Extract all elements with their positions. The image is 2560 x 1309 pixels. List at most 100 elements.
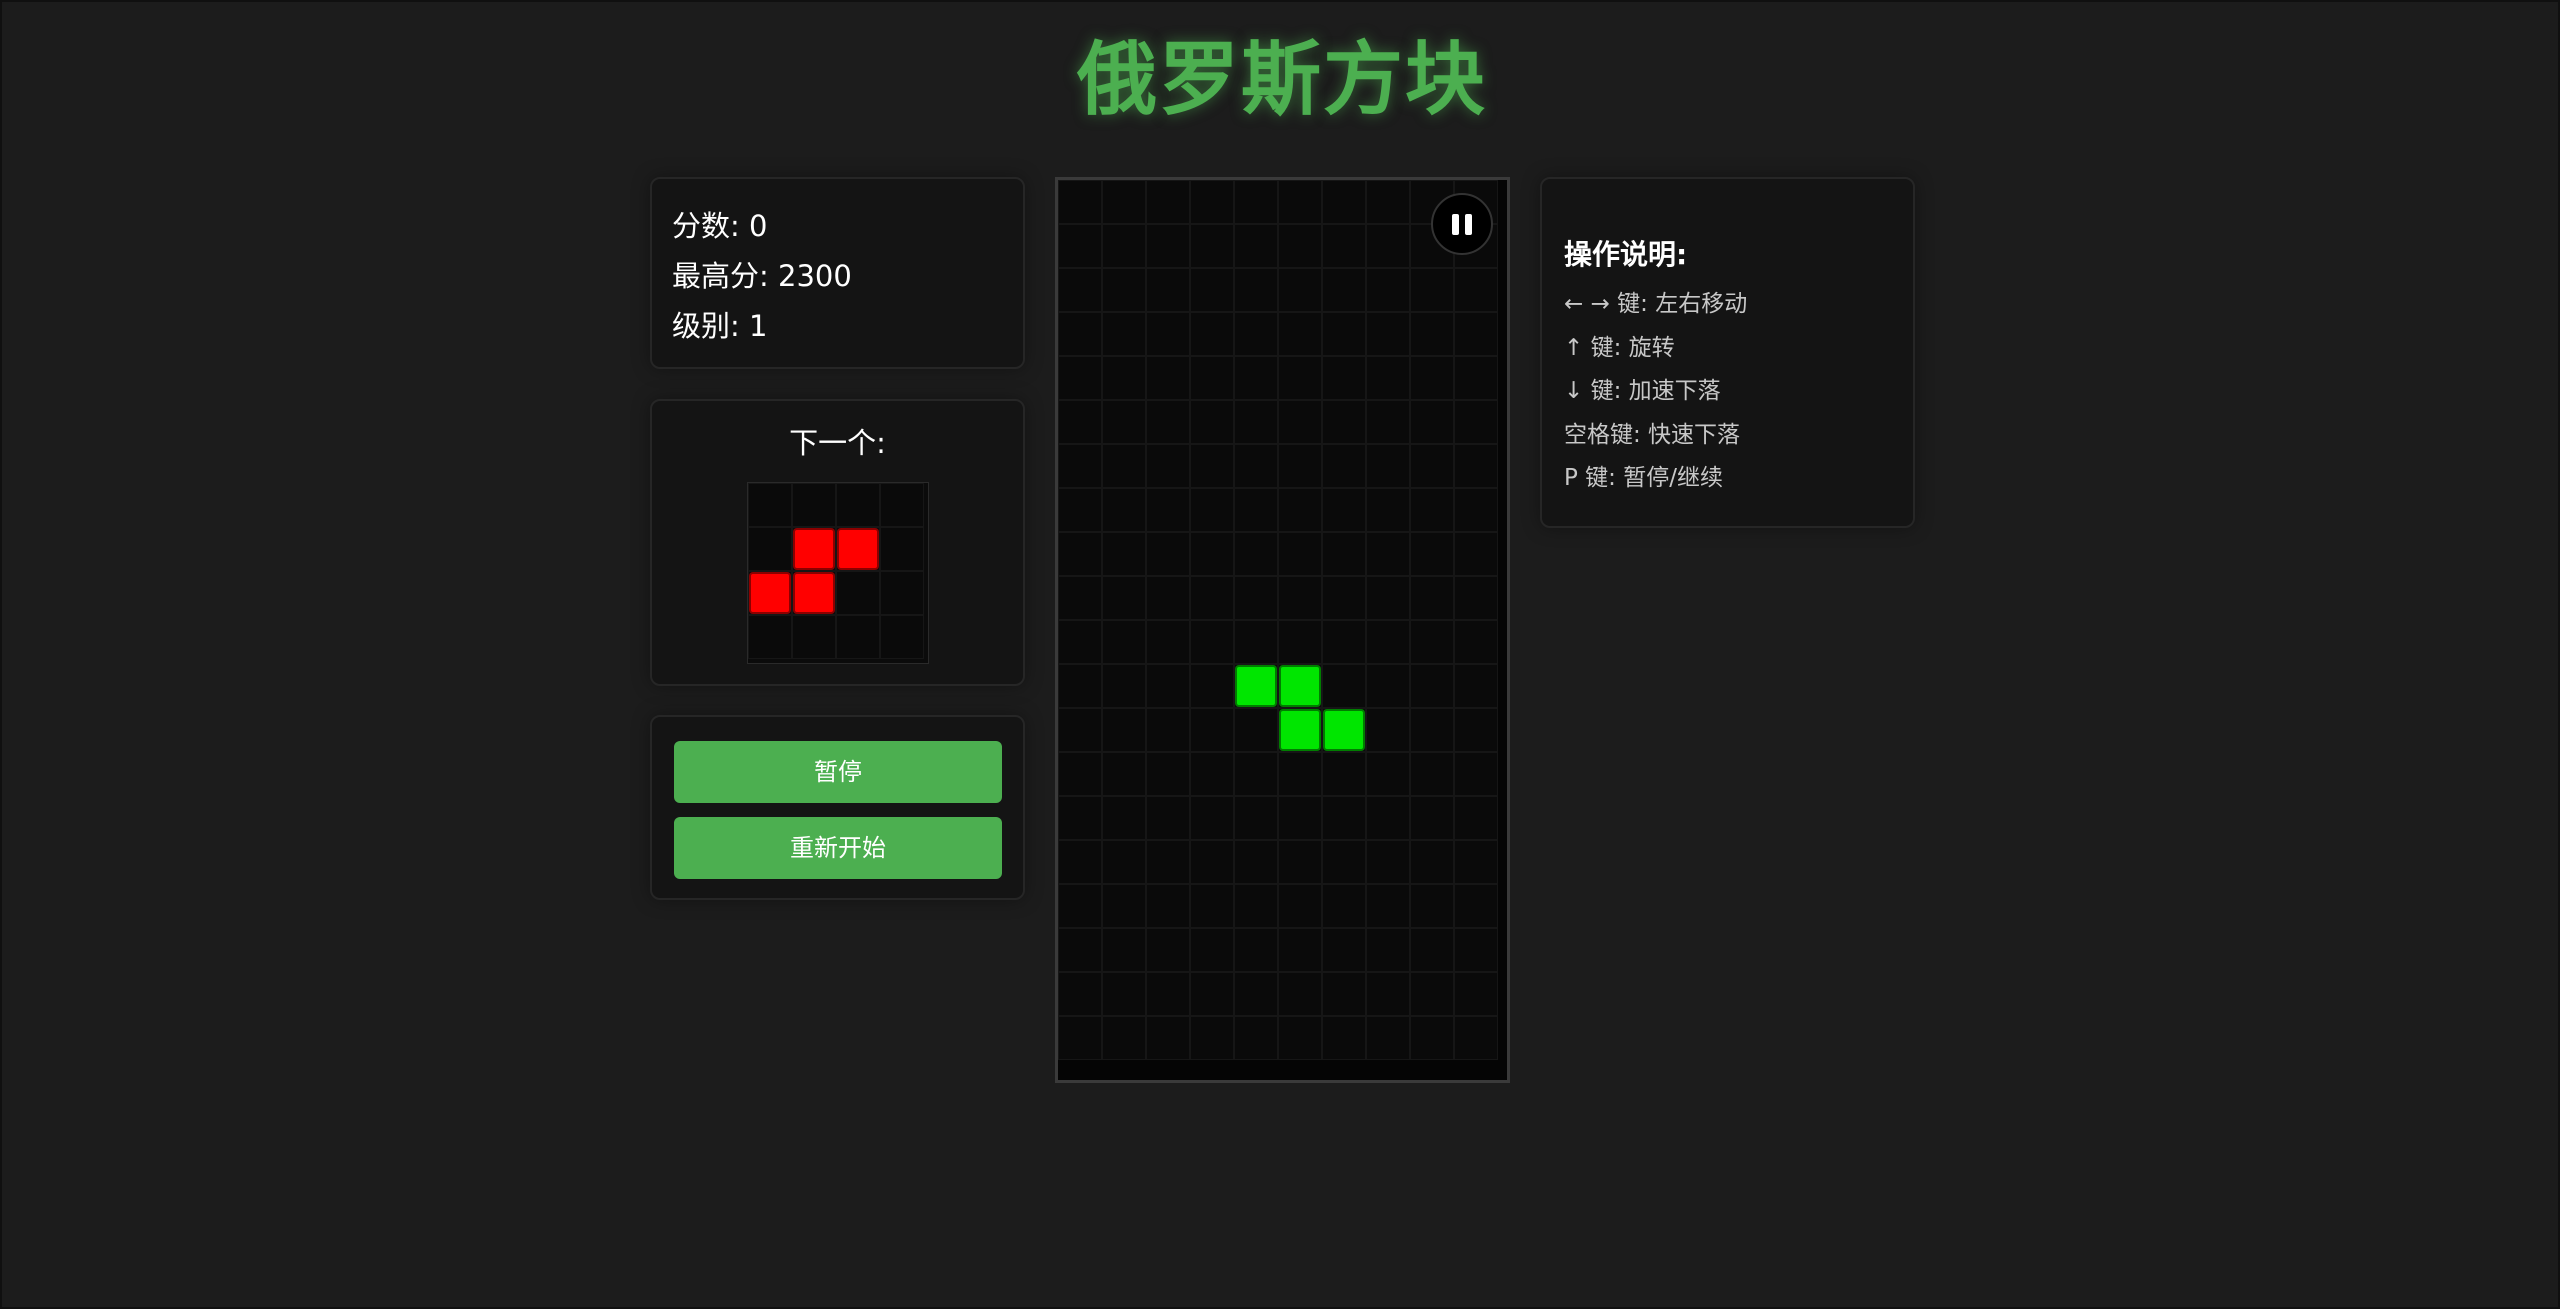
board-cell bbox=[1410, 532, 1454, 576]
board-cell bbox=[1190, 796, 1234, 840]
board-cell bbox=[1322, 576, 1366, 620]
board-cell bbox=[1058, 532, 1102, 576]
board-cell bbox=[1234, 796, 1278, 840]
next-preview-cell bbox=[880, 483, 924, 527]
board-cell bbox=[1102, 972, 1146, 1016]
next-piece-preview bbox=[747, 482, 929, 664]
board-cell bbox=[1322, 488, 1366, 532]
score-value: 0 bbox=[749, 209, 768, 243]
board-cell bbox=[1190, 884, 1234, 928]
board-cell bbox=[1410, 708, 1454, 752]
board-cell bbox=[1146, 488, 1190, 532]
board-cell bbox=[1146, 576, 1190, 620]
pause-button[interactable]: 暂停 bbox=[674, 741, 1002, 803]
board-cell bbox=[1454, 884, 1498, 928]
next-piece-block bbox=[837, 528, 879, 570]
board-cell bbox=[1366, 532, 1410, 576]
next-piece-panel: 下一个: bbox=[650, 399, 1025, 686]
board-cell bbox=[1454, 840, 1498, 884]
board-cell bbox=[1366, 224, 1410, 268]
board-cell bbox=[1278, 928, 1322, 972]
board-cell bbox=[1102, 796, 1146, 840]
board-cell bbox=[1454, 444, 1498, 488]
board-cell bbox=[1234, 576, 1278, 620]
board-cell bbox=[1322, 268, 1366, 312]
board-cell bbox=[1454, 1016, 1498, 1060]
board-cell bbox=[1102, 840, 1146, 884]
board-cell bbox=[1410, 840, 1454, 884]
board-cell bbox=[1102, 180, 1146, 224]
board-cell bbox=[1278, 488, 1322, 532]
restart-button[interactable]: 重新开始 bbox=[674, 817, 1002, 879]
board-cell bbox=[1190, 224, 1234, 268]
board-cell bbox=[1366, 620, 1410, 664]
board-cell bbox=[1366, 840, 1410, 884]
board-cell bbox=[1058, 752, 1102, 796]
board-cell bbox=[1410, 972, 1454, 1016]
board-cell bbox=[1190, 312, 1234, 356]
board-cell bbox=[1234, 488, 1278, 532]
board-cell bbox=[1322, 840, 1366, 884]
board-cell bbox=[1146, 840, 1190, 884]
board-cell bbox=[1366, 972, 1410, 1016]
board-cell bbox=[1234, 444, 1278, 488]
board-cell bbox=[1146, 180, 1190, 224]
board-cell bbox=[1146, 400, 1190, 444]
board-cell bbox=[1366, 400, 1410, 444]
board-cell bbox=[1234, 884, 1278, 928]
board-cell bbox=[1454, 312, 1498, 356]
board-cell bbox=[1146, 928, 1190, 972]
pause-icon[interactable] bbox=[1431, 193, 1493, 255]
board-cell bbox=[1234, 752, 1278, 796]
board-cell bbox=[1278, 180, 1322, 224]
board-cell bbox=[1234, 1016, 1278, 1060]
board-cell bbox=[1058, 400, 1102, 444]
board-cell bbox=[1102, 620, 1146, 664]
board-cell bbox=[1410, 400, 1454, 444]
instruction-hard-drop: 空格键: 快速下落 bbox=[1564, 421, 1741, 448]
board-cell bbox=[1410, 664, 1454, 708]
board-cell bbox=[1366, 488, 1410, 532]
board-cell bbox=[1454, 708, 1498, 752]
board-cell bbox=[1102, 532, 1146, 576]
board-cell bbox=[1234, 708, 1278, 752]
next-preview-cell bbox=[748, 527, 792, 571]
board-cell bbox=[1102, 400, 1146, 444]
board-cell bbox=[1410, 268, 1454, 312]
board-cell bbox=[1058, 620, 1102, 664]
board-cell bbox=[1322, 400, 1366, 444]
pause-bar-left bbox=[1452, 214, 1459, 235]
board-cell bbox=[1058, 356, 1102, 400]
board-cell bbox=[1058, 884, 1102, 928]
board-cell bbox=[1454, 752, 1498, 796]
board-cell bbox=[1366, 928, 1410, 972]
board-cell bbox=[1058, 840, 1102, 884]
score-label: 分数: bbox=[672, 209, 749, 243]
active-piece-block bbox=[1323, 709, 1365, 751]
board-cell bbox=[1322, 444, 1366, 488]
board-cell bbox=[1146, 752, 1190, 796]
board-cell bbox=[1410, 1016, 1454, 1060]
board-cell bbox=[1454, 796, 1498, 840]
board-cell bbox=[1190, 840, 1234, 884]
board-cell bbox=[1278, 884, 1322, 928]
board-cell bbox=[1058, 488, 1102, 532]
board-cell bbox=[1278, 356, 1322, 400]
board-cell bbox=[1278, 576, 1322, 620]
board-cell bbox=[1146, 620, 1190, 664]
next-preview-cell bbox=[748, 615, 792, 659]
next-preview-cell bbox=[836, 571, 880, 615]
game-board[interactable] bbox=[1055, 177, 1510, 1083]
board-cell bbox=[1278, 400, 1322, 444]
board-cell bbox=[1410, 488, 1454, 532]
board-cell bbox=[1234, 620, 1278, 664]
board-cell bbox=[1058, 796, 1102, 840]
board-cell bbox=[1190, 400, 1234, 444]
board-cell bbox=[1366, 180, 1410, 224]
board-cell bbox=[1146, 884, 1190, 928]
board-cell bbox=[1410, 576, 1454, 620]
board-cell bbox=[1234, 356, 1278, 400]
board-cell bbox=[1234, 532, 1278, 576]
board-cell bbox=[1190, 1016, 1234, 1060]
board-cell bbox=[1102, 884, 1146, 928]
